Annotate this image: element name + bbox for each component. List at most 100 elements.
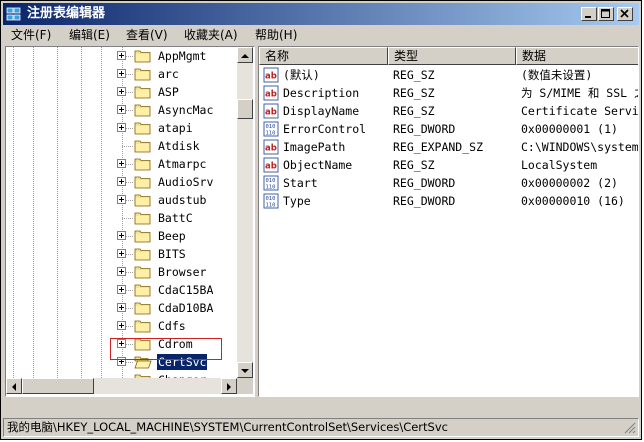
expand-plus-icon[interactable] [117, 321, 126, 330]
tree-item[interactable]: CdaD10BA [6, 299, 237, 317]
folder-icon [134, 194, 151, 207]
value-row[interactable]: ab ObjectName REG_SZ LocalSystem [259, 156, 638, 174]
tree-item[interactable]: Atdisk [6, 137, 237, 155]
svg-text:ab: ab [265, 162, 277, 172]
tree-item[interactable]: AppMgmt [6, 47, 237, 65]
arrow-left-icon [12, 383, 16, 391]
minimize-button[interactable] [581, 7, 597, 21]
value-name: ObjectName [283, 158, 353, 172]
tree-item[interactable]: BITS [6, 245, 237, 263]
svg-text:010: 010 [266, 124, 276, 130]
tree-item[interactable]: AsyncMac [6, 101, 237, 119]
column-header-type[interactable]: 类型 [388, 47, 516, 65]
tree-item[interactable]: AudioSrv [6, 173, 237, 191]
minimize-icon [585, 16, 591, 18]
value-row[interactable]: 010 110 Start REG_DWORD 0x00000002 (2) [259, 174, 638, 192]
tree-item[interactable]: Cdfs [6, 317, 237, 335]
scroll-down-button[interactable] [237, 362, 253, 378]
tree-item[interactable]: CdaC15BA [6, 281, 237, 299]
status-path: 我的电脑\HKEY_LOCAL_MACHINE\SYSTEM\CurrentCo… [7, 420, 448, 434]
tree-connector [126, 128, 133, 129]
tree-item[interactable]: audstub [6, 191, 237, 209]
value-name: (默认) [283, 68, 320, 82]
value-row[interactable]: 010 110 ErrorControl REG_DWORD 0x00000001 (1… [259, 120, 638, 138]
expand-plus-icon[interactable] [117, 285, 126, 294]
resize-grip-icon[interactable] [624, 422, 636, 434]
expand-plus-icon[interactable] [117, 195, 126, 204]
tree-connector [126, 362, 133, 363]
menu-edit[interactable]: 编辑(E) [69, 26, 110, 45]
string-value-icon: ab [263, 67, 279, 83]
tree-item[interactable]: arc [6, 65, 237, 83]
value-type: REG_EXPAND_SZ [393, 140, 484, 154]
value-row[interactable]: 010 110 Type REG_DWORD 0x00000010 (16) [259, 192, 638, 210]
value-row[interactable]: ab DisplayName REG_SZ Certificate Servic [259, 102, 638, 120]
expand-plus-icon[interactable] [117, 51, 126, 60]
tree-item[interactable]: BattC [6, 209, 237, 227]
folder-icon [134, 320, 151, 333]
scroll-left-button[interactable] [6, 378, 22, 394]
value-data: 0x00000010 (16) [521, 194, 625, 208]
tree-item[interactable]: atapi [6, 119, 237, 137]
binary-value-icon: 010110 [263, 121, 279, 137]
expand-plus-icon[interactable] [117, 267, 126, 276]
tree-item-label: Atmarpc [158, 157, 207, 171]
value-data: LocalSystem [521, 158, 598, 172]
value-row[interactable]: ab Description REG_SZ 为 S/MIME 和 SSL 之 [259, 84, 638, 102]
value-name: Start [283, 176, 318, 190]
value-type: REG_DWORD [393, 194, 456, 208]
scroll-up-button[interactable] [237, 47, 253, 63]
tree-item[interactable]: Beep [6, 227, 237, 245]
tree-item-label: arc [158, 67, 179, 81]
value-type: REG_SZ [393, 104, 435, 118]
expand-plus-icon[interactable] [117, 123, 126, 132]
svg-text:ab: ab [265, 72, 277, 82]
expand-plus-icon[interactable] [117, 105, 126, 114]
menu-view[interactable]: 查看(V) [126, 26, 168, 45]
scroll-thumb[interactable] [22, 378, 94, 394]
scroll-right-button[interactable] [221, 378, 237, 394]
tree-item-label: atapi [158, 121, 193, 135]
expand-plus-icon[interactable] [117, 69, 126, 78]
string-value-icon: ab [263, 139, 279, 155]
binary-value-icon: 010110 [263, 175, 279, 191]
tree-connector [126, 326, 133, 327]
expand-plus-icon[interactable] [117, 159, 126, 168]
scrollbar-corner [237, 378, 253, 394]
maximize-button[interactable] [598, 7, 614, 21]
arrow-down-icon [241, 369, 249, 373]
tree-item[interactable]: Browser [6, 263, 237, 281]
folder-icon [134, 104, 151, 117]
close-button[interactable] [617, 7, 633, 21]
menu-file[interactable]: 文件(F) [11, 26, 51, 45]
tree-item[interactable]: Changer [6, 371, 237, 378]
scroll-thumb[interactable] [237, 99, 253, 119]
title-bar[interactable]: 注册表编辑器 [3, 3, 639, 25]
value-name: Description [283, 86, 360, 100]
value-data: C:\WINDOWS\system3 [521, 140, 639, 154]
column-header-name[interactable]: 名称 [259, 47, 388, 65]
maximize-icon [601, 9, 610, 18]
value-data: 0x00000001 (1) [521, 122, 618, 136]
expand-plus-icon[interactable] [117, 87, 126, 96]
value-name: Type [283, 194, 311, 208]
expand-plus-icon[interactable] [117, 303, 126, 312]
value-row[interactable]: ab (默认) REG_SZ (数值未设置) [259, 66, 638, 84]
tree-vertical-scrollbar[interactable] [237, 47, 253, 378]
column-header-data[interactable]: 数据 [516, 47, 638, 65]
tree-horizontal-scrollbar[interactable] [6, 378, 237, 394]
svg-text:010: 010 [266, 196, 276, 202]
expand-plus-icon[interactable] [117, 249, 126, 258]
tree-item[interactable]: Atmarpc [6, 155, 237, 173]
registry-editor-window: 注册表编辑器 文件(F) 编辑(E) 查看(V) 收藏夹(A) 帮助(H) Ap… [0, 0, 642, 440]
tree-item-label: audstub [158, 193, 207, 207]
menu-help[interactable]: 帮助(H) [255, 26, 297, 45]
svg-text:110: 110 [266, 203, 276, 209]
value-row[interactable]: ab ImagePath REG_EXPAND_SZ C:\WINDOWS\syste… [259, 138, 639, 156]
expand-plus-icon[interactable] [117, 177, 126, 186]
tree-item[interactable]: ASP [6, 83, 237, 101]
expand-plus-icon[interactable] [117, 231, 126, 240]
menu-favorites[interactable]: 收藏夹(A) [184, 26, 238, 45]
arrow-right-icon [227, 383, 231, 391]
folder-icon [134, 266, 151, 279]
